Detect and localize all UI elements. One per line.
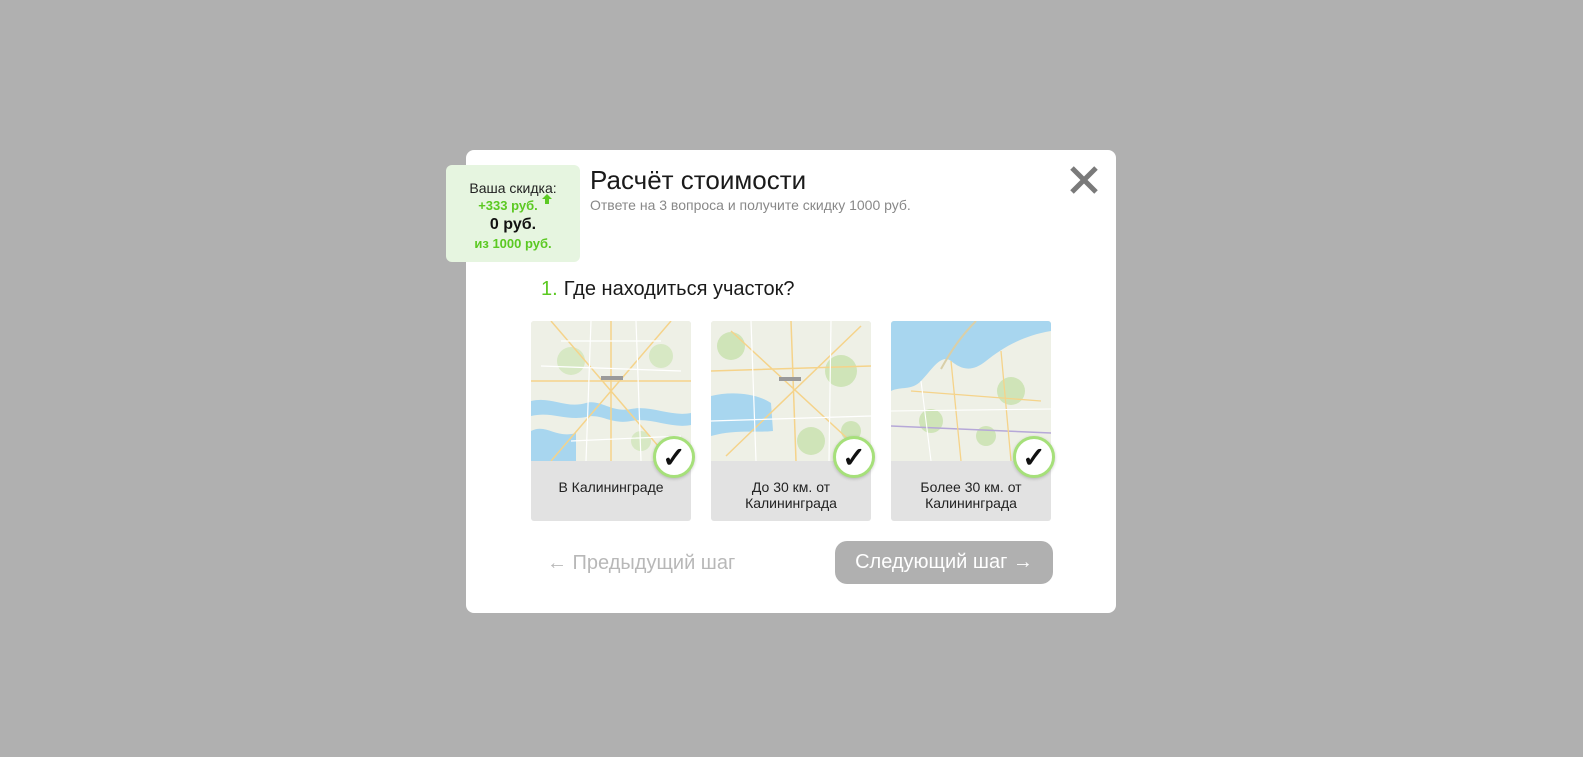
arrow-up-icon (541, 194, 552, 204)
discount-total: из 1000 руб. (474, 236, 552, 251)
option-in-kaliningrad[interactable]: В Калининграде ✓ (531, 321, 695, 521)
discount-current: 0 руб. (489, 216, 537, 233)
option-more-than-30km[interactable]: Более 30 км. от Калининграда ✓ (891, 321, 1055, 521)
modal-subtitle: Ответе на 3 вопроса и получите скидку 10… (590, 197, 911, 213)
question: 1. Где находиться участок? (541, 276, 794, 302)
next-step-button[interactable]: Следующий шаг → (835, 541, 1053, 584)
discount-added: +333 руб. (446, 194, 580, 215)
check-icon: ✓ (653, 436, 695, 478)
question-number: 1. (541, 278, 558, 300)
check-icon: ✓ (1013, 436, 1055, 478)
discount-label: Ваша скидка: (469, 180, 557, 196)
option-label: Более 30 км. от Калининграда (920, 479, 1022, 511)
modal-title: Расчёт стоимости (590, 165, 807, 195)
discount-added-value: +333 руб. (478, 198, 538, 213)
option-label: До 30 км. от Калининграда (745, 479, 837, 511)
option-label: В Калининграде (558, 479, 664, 495)
question-text: Где находиться участок? (563, 278, 795, 300)
previous-step-button[interactable]: ← Предыдущий шаг (547, 550, 735, 576)
close-icon[interactable] (1066, 162, 1102, 198)
check-icon: ✓ (833, 436, 875, 478)
discount-widget: Ваша скидка: +333 руб. 0 руб. из 1000 ру… (446, 165, 580, 262)
option-up-to-30km[interactable]: До 30 км. от Калининграда ✓ (711, 321, 875, 521)
